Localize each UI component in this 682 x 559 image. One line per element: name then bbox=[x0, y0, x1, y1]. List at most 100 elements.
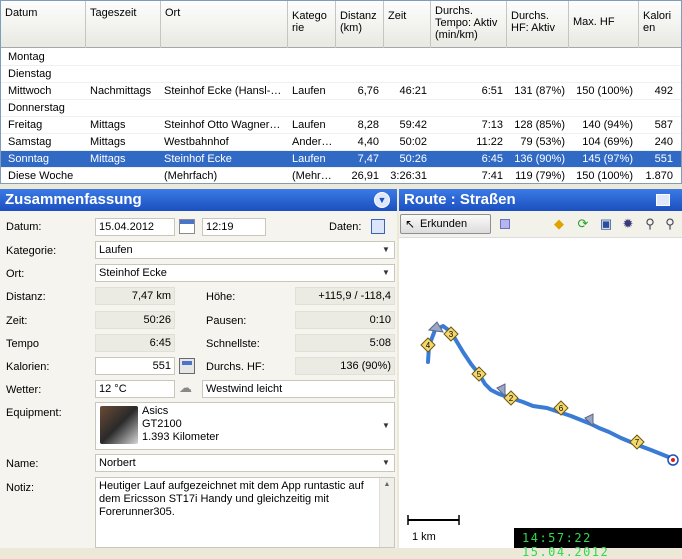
equipment-select[interactable]: Asics GT2100 1.393 Kilometer ▼ bbox=[95, 402, 395, 450]
table-row[interactable]: Samstag Mittags Westbahnhof Ander… 4,40 50:02… bbox=[1, 134, 681, 151]
ort-select[interactable]: Steinhof Ecke ▼ bbox=[95, 264, 395, 282]
wind-field[interactable]: Westwind leicht bbox=[202, 380, 395, 398]
table-row[interactable]: Dienstag bbox=[1, 66, 681, 83]
equipment-model: GT2100 bbox=[142, 418, 182, 430]
zeit-value: 50:26 bbox=[95, 311, 175, 329]
uhrzeit-field[interactable]: 12:19 bbox=[202, 218, 266, 236]
save-icon[interactable]: ▣ bbox=[598, 216, 614, 232]
notiz-label: Notiz: bbox=[6, 482, 35, 494]
pausen-label: Pausen: bbox=[206, 315, 247, 327]
zoom-out-icon[interactable]: ⚲ bbox=[662, 216, 678, 232]
zoom-in-icon[interactable]: ⚲ bbox=[642, 216, 658, 232]
explore-button[interactable]: ↖ Erkunden bbox=[400, 214, 491, 234]
kalorien-field[interactable]: 551 bbox=[95, 357, 175, 375]
distance-marker[interactable]: 2 bbox=[503, 390, 519, 406]
cell-kalorien: 240 bbox=[654, 136, 673, 148]
cell-ort: Westbahnhof bbox=[164, 136, 229, 148]
cell-kategorie: Laufen bbox=[292, 85, 326, 97]
cell-ort: Steinhof Otto Wagner… bbox=[164, 119, 281, 131]
column-header-kalorien[interactable]: Kalori en bbox=[639, 1, 681, 48]
cell-kalorien: 551 bbox=[654, 153, 673, 165]
distance-marker-label: 4 bbox=[426, 341, 431, 350]
datum-label: Datum: bbox=[6, 221, 42, 233]
hoehe-value: +115,9 / -118,4 bbox=[295, 287, 395, 305]
cell-zeit: 59:42 bbox=[399, 119, 427, 131]
cell-datum: Sonntag bbox=[8, 153, 49, 165]
cell-hf: 128 (85%) bbox=[514, 119, 565, 131]
cell-tageszeit: Mittags bbox=[90, 136, 126, 148]
table-row[interactable]: Mittwoch Nachmittags Steinhof Ecke (Hansl-… bbox=[1, 83, 681, 100]
distance-marker-label: 7 bbox=[635, 438, 640, 447]
hf-label: Durchs. HF: bbox=[206, 361, 265, 373]
cell-maxhf: 150 (100%) bbox=[576, 170, 633, 182]
cell-kategorie: (Mehr… bbox=[292, 170, 332, 182]
kategorie-select[interactable]: Laufen ▼ bbox=[95, 241, 395, 259]
cell-distanz: 26,91 bbox=[351, 170, 379, 182]
cell-zeit: 3:26:31 bbox=[390, 170, 427, 182]
square-icon[interactable] bbox=[500, 219, 510, 229]
column-header-zeit[interactable]: Zeit bbox=[384, 1, 431, 48]
column-header-distanz[interactable]: Distanz (km) bbox=[336, 1, 384, 48]
summary-title: Zusammenfassung bbox=[0, 189, 397, 211]
cell-tempo: 11:22 bbox=[476, 136, 503, 148]
chevron-down-icon[interactable]: ▼ bbox=[379, 419, 393, 433]
shoe-image bbox=[100, 406, 138, 444]
tempo-value: 6:45 bbox=[95, 334, 175, 352]
chevron-down-icon[interactable]: ▼ bbox=[379, 243, 393, 257]
column-header-ort[interactable]: Ort bbox=[161, 1, 288, 48]
diamond-icon[interactable]: ◆ bbox=[551, 216, 567, 232]
cell-datum: Donnerstag bbox=[8, 102, 65, 114]
route-map[interactable]: 2 3 4 5 6 7 1 km bbox=[399, 238, 682, 548]
table-row[interactable]: Montag bbox=[1, 49, 681, 66]
cell-maxhf: 150 (100%) bbox=[576, 85, 633, 97]
chevron-down-icon[interactable]: ▼ bbox=[379, 266, 393, 280]
cloud-icon[interactable]: ☁ bbox=[179, 380, 197, 396]
cell-datum: Samstag bbox=[8, 136, 52, 148]
notiz-textarea[interactable]: Heutiger Lauf aufgezeichnet mit dem App … bbox=[95, 477, 395, 548]
cell-zeit: 50:26 bbox=[399, 153, 427, 165]
distance-marker-label: 5 bbox=[477, 370, 482, 379]
table-row[interactable]: Diese Woche (Mehrfach) (Mehr… 26,91 3:26:31 7… bbox=[1, 168, 681, 183]
table-row[interactable]: Freitag Mittags Steinhof Otto Wagner… Laufe… bbox=[1, 117, 681, 134]
column-header-datum[interactable]: Datum bbox=[1, 1, 86, 48]
table-row[interactable]: Sonntag Mittags Steinhof Ecke Laufen 7,47 50:… bbox=[1, 151, 681, 168]
column-header-tempo[interactable]: Durchs. Tempo: Aktiv (min/km) bbox=[431, 1, 507, 48]
cell-tageszeit bbox=[90, 170, 160, 183]
cell-tageszeit: Nachmittags bbox=[90, 85, 152, 97]
ort-value: Steinhof Ecke bbox=[99, 267, 167, 279]
cell-distanz: 8,28 bbox=[357, 119, 379, 131]
calendar-icon[interactable] bbox=[179, 219, 195, 234]
column-header-max-hf[interactable]: Max. HF bbox=[569, 1, 639, 48]
cell-ort: (Mehrfach) bbox=[164, 170, 218, 182]
collapse-icon[interactable]: ▼ bbox=[374, 192, 390, 208]
temperatur-field[interactable]: 12 °C bbox=[95, 380, 175, 398]
table-row[interactable]: Donnerstag bbox=[1, 100, 681, 117]
settings-icon[interactable]: ✹ bbox=[620, 216, 636, 232]
notiz-scrollbar[interactable]: ▲ bbox=[379, 478, 394, 547]
cell-maxhf: 140 (94%) bbox=[582, 119, 633, 131]
cell-distanz: 7,47 bbox=[357, 153, 379, 165]
data-sheet-icon[interactable] bbox=[371, 219, 385, 234]
cell-kalorien: 1.870 bbox=[645, 170, 673, 182]
column-header-hf[interactable]: Durchs. HF: Aktiv bbox=[507, 1, 569, 48]
explore-label: Erkunden bbox=[420, 218, 468, 230]
datum-field[interactable]: 15.04.2012 bbox=[95, 218, 175, 236]
cell-datum: Mittwoch bbox=[8, 85, 52, 97]
maximize-icon[interactable] bbox=[656, 194, 670, 206]
chevron-down-icon[interactable]: ▼ bbox=[379, 456, 393, 470]
cell-ort: Steinhof Ecke (Hansl-… bbox=[164, 85, 282, 97]
kategorie-label: Kategorie: bbox=[6, 245, 57, 257]
name-select[interactable]: Norbert ▼ bbox=[95, 454, 395, 472]
distanz-value: 7,47 km bbox=[95, 287, 175, 305]
cursor-icon: ↖ bbox=[405, 217, 416, 231]
hf-value: 136 (90%) bbox=[295, 357, 395, 375]
cell-datum: Dienstag bbox=[8, 68, 52, 80]
cell-hf: 136 (90%) bbox=[514, 153, 565, 165]
distanz-label: Distanz: bbox=[6, 291, 46, 303]
column-header-kategorie[interactable]: Katego rie bbox=[288, 1, 336, 48]
refresh-icon[interactable]: ⟳ bbox=[575, 216, 591, 232]
column-header-tageszeit[interactable]: Tageszeit bbox=[86, 1, 161, 48]
cell-kategorie: Ander… bbox=[292, 136, 333, 148]
distance-marker-label: 3 bbox=[449, 330, 454, 339]
calculator-icon[interactable] bbox=[179, 358, 195, 374]
